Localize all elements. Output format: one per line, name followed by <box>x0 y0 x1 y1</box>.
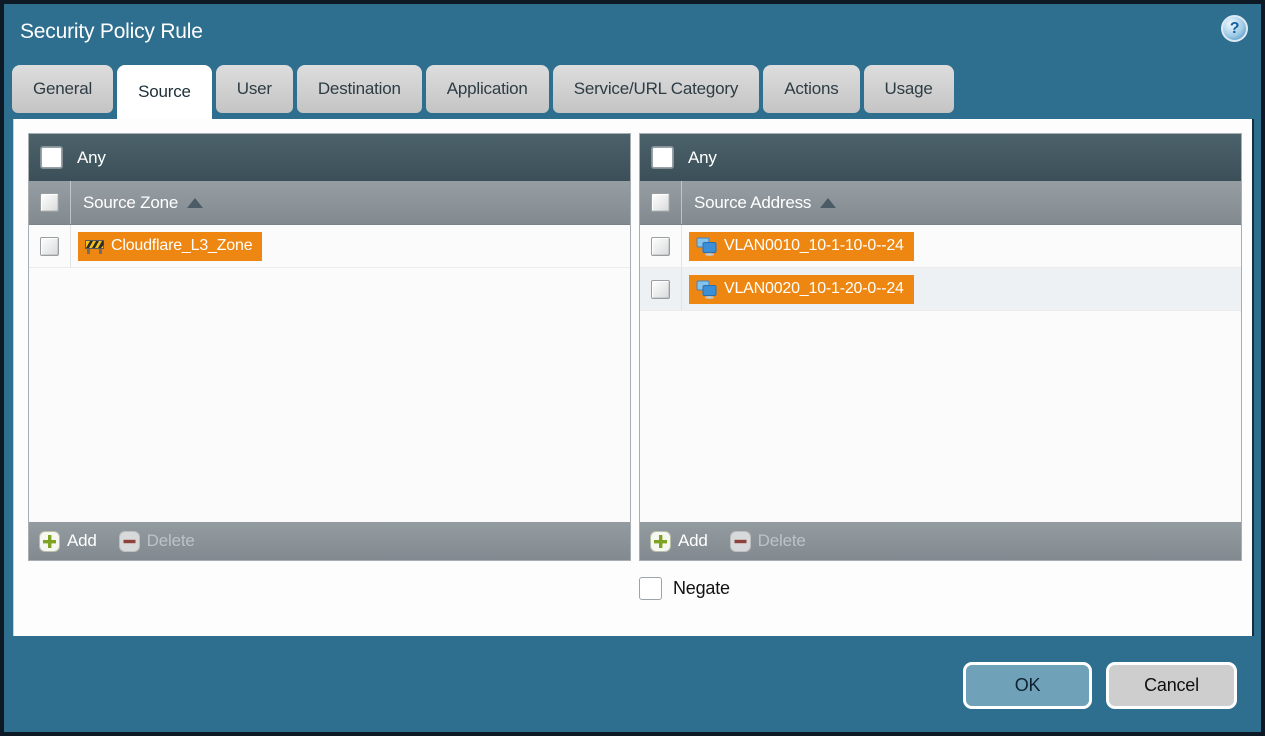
any-header: Any <box>29 134 630 181</box>
tab-actions[interactable]: Actions <box>763 65 860 113</box>
panel-footer: Add Delete <box>29 522 630 560</box>
any-label: Any <box>688 147 717 167</box>
tab-general[interactable]: General <box>12 65 114 113</box>
address-icon <box>696 280 717 299</box>
security-policy-rule-dialog: Security Policy Rule ? General Source User… <box>4 4 1261 732</box>
zone-chip[interactable]: Cloudflare_L3_Zone <box>78 231 263 261</box>
zone-list: Cloudflare_L3_Zone <box>29 225 630 522</box>
ok-button[interactable]: OK <box>963 662 1092 709</box>
source-zone-panel: Any Source Zone Cloudflare_L3_Zone Add D… <box>28 133 631 561</box>
column-header[interactable]: Source Zone <box>29 181 630 225</box>
sort-asc-icon <box>187 197 204 208</box>
panel-footer: Add Delete <box>640 522 1241 560</box>
help-icon[interactable]: ? <box>1221 15 1248 42</box>
any-checkbox[interactable] <box>652 147 673 168</box>
select-all-checkbox[interactable] <box>651 193 670 212</box>
row-checkbox[interactable] <box>651 279 670 299</box>
plus-icon <box>39 530 60 552</box>
tab-service-url-category[interactable]: Service/URL Category <box>552 65 760 113</box>
row-checkbox[interactable] <box>651 236 670 256</box>
dialog-title: Security Policy Rule <box>20 20 203 43</box>
negate-checkbox[interactable] <box>639 577 662 600</box>
address-list: VLAN0010_10-1-10-0--24 VLAN0020_10-1-20-… <box>640 225 1241 522</box>
table-row: VLAN0010_10-1-10-0--24 <box>640 225 1241 268</box>
column-header-label: Source Address <box>694 192 812 212</box>
add-button[interactable]: Add <box>650 530 708 552</box>
negate-label: Negate <box>673 578 730 598</box>
any-checkbox[interactable] <box>41 147 62 168</box>
tab-destination[interactable]: Destination <box>296 65 422 113</box>
address-icon <box>696 237 717 256</box>
source-address-panel: Any Source Address VLAN0010_10-1-10-0--2… <box>639 133 1242 561</box>
table-row: Cloudflare_L3_Zone <box>29 225 630 268</box>
table-row: VLAN0020_10-1-20-0--24 <box>640 268 1241 311</box>
tab-user[interactable]: User <box>215 65 293 113</box>
minus-icon <box>729 530 751 552</box>
tab-source[interactable]: Source <box>117 65 212 119</box>
select-all-checkbox[interactable] <box>40 193 59 212</box>
minus-icon <box>118 530 140 552</box>
zone-icon <box>85 238 104 255</box>
title-bar: Security Policy Rule ? <box>4 4 1261 65</box>
tab-content: Any Source Zone Cloudflare_L3_Zone Add D… <box>13 119 1254 636</box>
column-header-label: Source Zone <box>83 192 179 212</box>
tab-application[interactable]: Application <box>425 65 549 113</box>
dialog-frame: Security Policy Rule ? General Source User… <box>0 0 1265 736</box>
any-header: Any <box>640 134 1241 181</box>
negate-control: Negate <box>639 577 1242 600</box>
column-header[interactable]: Source Address <box>640 181 1241 225</box>
delete-button[interactable]: Delete <box>729 530 806 552</box>
any-label: Any <box>77 147 106 167</box>
tab-usage[interactable]: Usage <box>863 65 954 113</box>
sort-asc-icon <box>820 197 837 208</box>
address-chip[interactable]: VLAN0010_10-1-10-0--24 <box>689 231 914 261</box>
plus-icon <box>650 530 671 552</box>
dialog-footer: OK Cancel <box>4 636 1261 732</box>
address-chip[interactable]: VLAN0020_10-1-20-0--24 <box>689 274 914 304</box>
cancel-button[interactable]: Cancel <box>1106 662 1237 709</box>
add-button[interactable]: Add <box>39 530 97 552</box>
tab-bar: General Source User Destination Application S… <box>4 65 1261 119</box>
row-checkbox[interactable] <box>40 236 59 256</box>
delete-button[interactable]: Delete <box>118 530 195 552</box>
